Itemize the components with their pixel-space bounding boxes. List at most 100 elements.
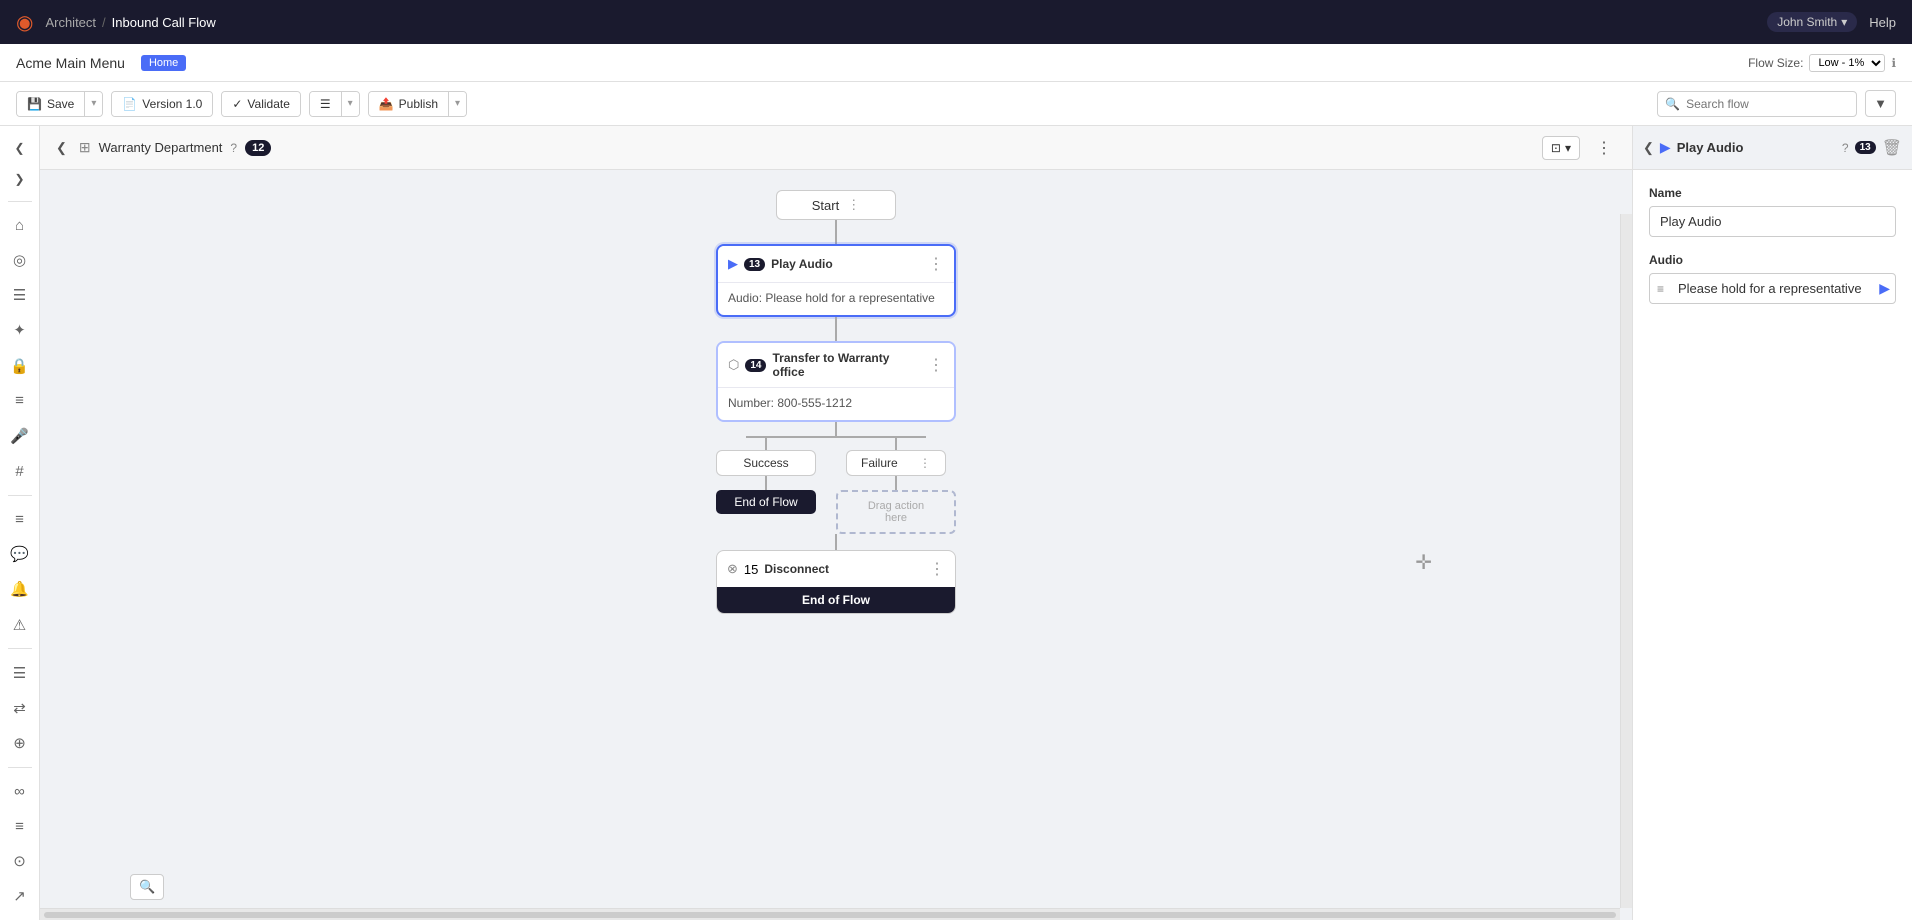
canvas[interactable]: Start ⋮ ▶ 13 Play Audio ⋮ Audio:	[40, 170, 1632, 920]
main-layout: ❮ ❯ ⌂ ◎ ☰ ✦ 🔒 ≡ 🎤 # ≡ 💬 🔔 ⚠ ☰ ⇄ ⊕ ∞ ≡ ⊙ …	[0, 126, 1912, 920]
canvas-more-button[interactable]: ⋮	[1588, 134, 1620, 162]
list-caret-button[interactable]: ▾	[341, 92, 359, 116]
right-panel-header: ❮ ▶ Play Audio ? 13 🗑	[1633, 126, 1912, 170]
publish-icon: 📤	[379, 97, 394, 111]
list-button[interactable]: ☰	[310, 92, 341, 116]
panel-title: Play Audio	[1677, 140, 1836, 155]
play-audio-header: ▶ 13 Play Audio ⋮	[718, 246, 954, 283]
sidebar-item-shuffle[interactable]: ⇄	[4, 692, 36, 723]
sidebar-item-lines[interactable]: ☰	[4, 657, 36, 688]
version-button-group: 📄 Version 1.0	[111, 91, 213, 117]
panel-back-button[interactable]: ❮	[1643, 140, 1654, 156]
user-menu[interactable]: John Smith ▾	[1767, 12, 1857, 32]
breadcrumb-parent[interactable]: Architect	[45, 15, 96, 30]
flow-size-info-icon[interactable]: ℹ	[1891, 56, 1896, 70]
disconnect-eof-body: End of Flow	[717, 587, 955, 613]
start-label: Start	[812, 198, 839, 213]
sidebar-collapse-button[interactable]: ❮	[6, 134, 34, 161]
sidebar-item-mic[interactable]: 🎤	[4, 420, 36, 451]
panel-delete-button[interactable]: 🗑	[1882, 138, 1902, 158]
sidebar-item-bell[interactable]: 🔔	[4, 574, 36, 605]
sidebar-item-tree[interactable]: ⊕	[4, 727, 36, 758]
canvas-scrollbar-vertical[interactable]	[1620, 214, 1632, 908]
failure-more-icon[interactable]: ⋮	[919, 456, 931, 470]
transfer-node[interactable]: ⬡ 14 Transfer to Warranty office ⋮ Numbe…	[716, 341, 956, 422]
sidebar-divider-2	[8, 495, 32, 496]
play-audio-more-button[interactable]: ⋮	[928, 254, 944, 274]
validate-icon: ✓	[232, 97, 242, 111]
canvas-move-icon[interactable]: ✛	[1415, 550, 1432, 575]
play-audio-num: 13	[744, 258, 765, 271]
name-input[interactable]	[1649, 206, 1896, 237]
sidebar-item-tasks[interactable]: ≡	[4, 504, 36, 535]
chat-icon: 💬	[10, 545, 29, 563]
play-audio-node[interactable]: ▶ 13 Play Audio ⋮ Audio: Please hold for…	[716, 244, 956, 317]
audio-input[interactable]	[1649, 273, 1896, 304]
validate-button[interactable]: ✓ Validate	[222, 92, 300, 116]
save-caret-button[interactable]: ▾	[84, 92, 102, 116]
sidebar-item-menu2[interactable]: ≡	[4, 811, 36, 842]
play-audio-type-icon: ▶	[728, 256, 738, 272]
sidebar-item-warning[interactable]: ⚠	[4, 609, 36, 640]
success-eof-node: End of Flow	[716, 490, 816, 514]
sidebar-item-home[interactable]: ⌂	[4, 209, 36, 240]
audio-play-button[interactable]: ▶	[1879, 280, 1890, 297]
sidebar-item-lock[interactable]: 🔒	[4, 350, 36, 381]
panel-info-icon[interactable]: ?	[1842, 141, 1849, 155]
flow-size-select[interactable]: Low - 1%	[1809, 54, 1885, 72]
transfer-body-text: Number: 800-555-1212	[728, 396, 852, 410]
disconnect-more-button[interactable]: ⋮	[929, 559, 945, 579]
flow-diagram: Start ⋮ ▶ 13 Play Audio ⋮ Audio:	[716, 190, 956, 614]
success-connector	[765, 436, 767, 450]
version-button[interactable]: 📄 Version 1.0	[112, 92, 212, 116]
sidebar-item-infinity[interactable]: ∞	[4, 775, 36, 806]
save-button[interactable]: 💾 Save	[17, 92, 84, 116]
flow-size-label: Flow Size:	[1748, 56, 1803, 70]
globe-icon: ◎	[13, 251, 26, 269]
sidebar-item-hash[interactable]: #	[4, 455, 36, 486]
sidebar-item-list[interactable]: ≡	[4, 385, 36, 416]
audio-label: Audio	[1649, 253, 1896, 267]
expand-icon: ❯	[14, 172, 24, 186]
transfer-more-button[interactable]: ⋮	[928, 355, 944, 375]
filter-button[interactable]: ▼	[1865, 90, 1896, 117]
sidebar-item-export[interactable]: ↗	[4, 881, 36, 912]
start-more-icon[interactable]: ⋮	[847, 197, 860, 213]
disconnect-node[interactable]: ⊗ 15 Disconnect ⋮ End of Flow	[716, 550, 956, 614]
play-audio-body-text: Audio: Please hold for a representative	[728, 291, 935, 305]
disconnect-eof-label: End of Flow	[802, 593, 870, 607]
menu2-icon: ≡	[15, 818, 24, 835]
save-button-group: 💾 Save ▾	[16, 91, 103, 117]
connector-1	[835, 220, 837, 244]
toolbar-search: 🔍 ▼	[1657, 90, 1896, 117]
zoom-button[interactable]: 🔍	[130, 874, 164, 900]
canvas-back-button[interactable]: ❮	[52, 136, 71, 160]
version-label: Version 1.0	[142, 97, 202, 111]
search-icon: 🔍	[1665, 97, 1680, 111]
inbox-icon: ☰	[13, 286, 26, 304]
sidebar-item-star[interactable]: ✦	[4, 315, 36, 346]
publish-button[interactable]: 📤 Publish	[369, 92, 448, 116]
branch-row: Success End of Flow	[716, 436, 956, 534]
sidebar-expand-button[interactable]: ❯	[6, 165, 34, 192]
view-icon: ⊡	[1551, 141, 1561, 155]
home-badge[interactable]: Home	[141, 55, 186, 71]
sidebar-item-globe[interactable]: ◎	[4, 245, 36, 276]
view-toggle-button[interactable]: ⊡ ▾	[1542, 136, 1580, 160]
publish-caret-button[interactable]: ▾	[448, 92, 466, 116]
star-icon: ✦	[13, 321, 26, 339]
save-label: Save	[47, 97, 74, 111]
sidebar-item-chat[interactable]: 💬	[4, 539, 36, 570]
play-audio-title: Play Audio	[771, 257, 922, 271]
canvas-scrollbar-horizontal[interactable]	[40, 908, 1620, 920]
drag-placeholder[interactable]: Drag action here	[836, 490, 956, 534]
sidebar-item-group[interactable]: ⊙	[4, 846, 36, 877]
help-button[interactable]: Help	[1869, 15, 1896, 30]
failure-connector	[895, 436, 897, 450]
search-input[interactable]	[1657, 91, 1857, 117]
save-icon: 💾	[27, 97, 42, 111]
canvas-info-icon[interactable]: ?	[230, 141, 237, 155]
right-panel-body: Name Audio ≡ ▶	[1633, 170, 1912, 920]
toolbar: 💾 Save ▾ 📄 Version 1.0 ✓ Validate ☰ ▾ 📤 …	[0, 82, 1912, 126]
sidebar-item-inbox[interactable]: ☰	[4, 280, 36, 311]
